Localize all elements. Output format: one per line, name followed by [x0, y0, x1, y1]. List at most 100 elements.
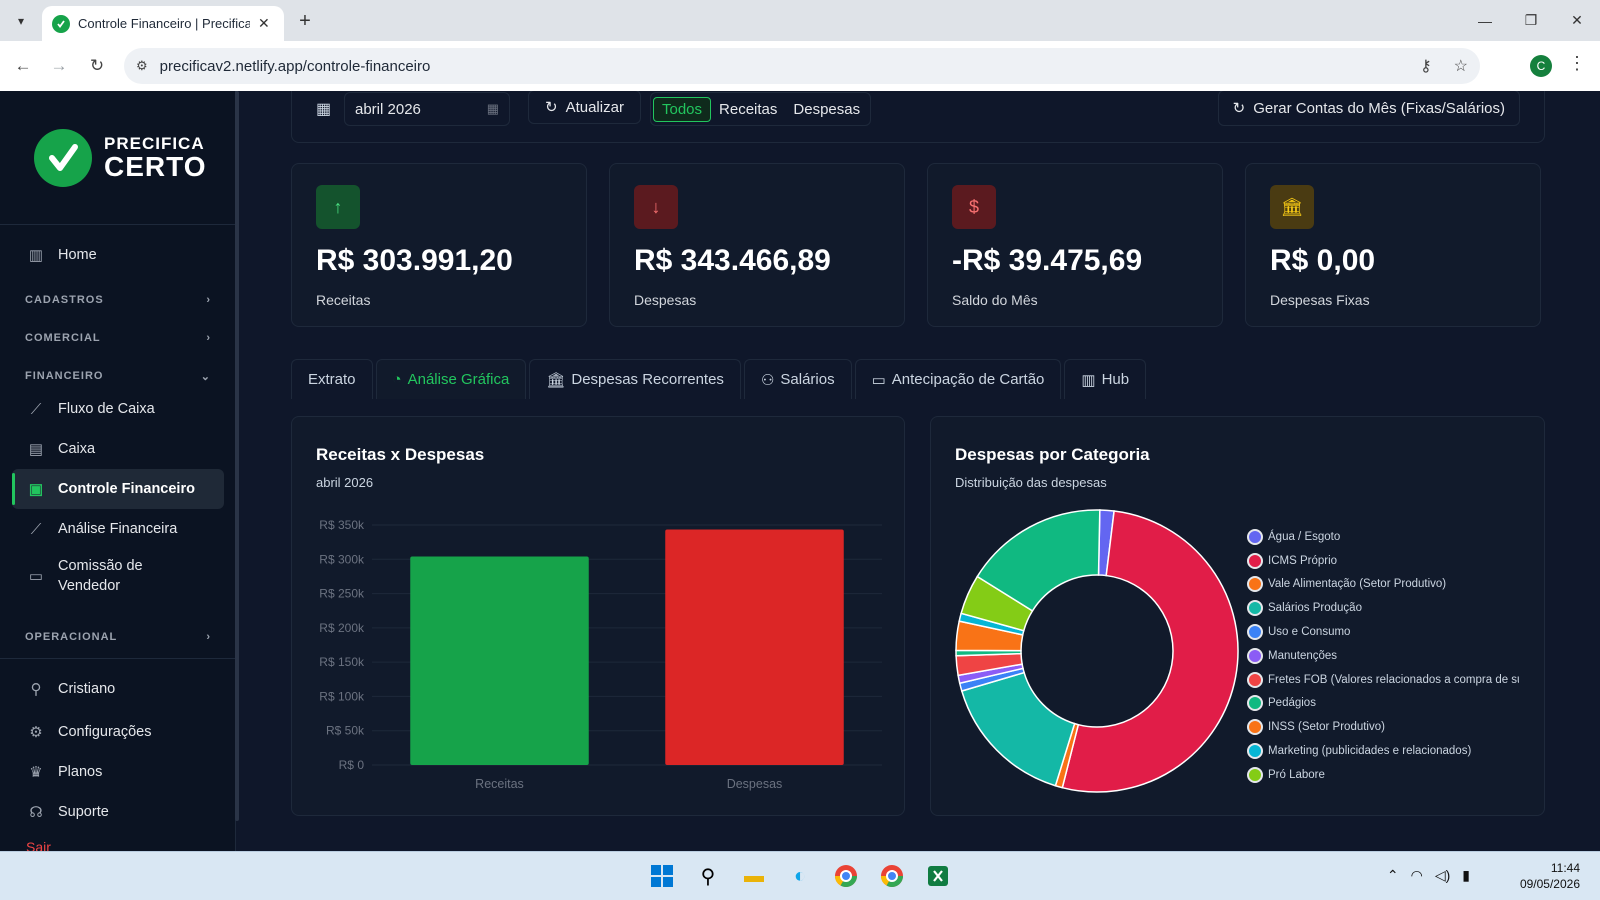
sidebar-item-caixa[interactable]: ▤ Caixa [12, 429, 224, 469]
user-icon: ⚲ [30, 681, 42, 698]
refresh-button[interactable]: ↻ Atualizar [528, 91, 641, 124]
legend-item[interactable]: Fretes FOB (Valores relacionados a compr… [1247, 668, 1519, 692]
sidebar-item-label: Fluxo de Caixa [58, 401, 155, 417]
close-window-button[interactable]: ✕ [1554, 0, 1600, 41]
sidebar-item-label: Suporte [58, 804, 109, 820]
site-favicon-icon [52, 14, 70, 33]
minimize-button[interactable]: — [1462, 0, 1508, 41]
segment-receitas[interactable]: Receitas [711, 98, 785, 121]
legend-item[interactable]: Marketing (publicidades e relacionados) [1247, 739, 1519, 763]
tab-antecipacao[interactable]: ▭ Antecipação de Cartão [854, 359, 1062, 399]
sidebar-item-controle-financeiro[interactable]: ▣ Controle Financeiro [12, 469, 224, 509]
tab-salarios[interactable]: ⚇ Salários [743, 359, 852, 399]
file-explorer-icon[interactable]: ▬ [740, 862, 768, 890]
chrome-profile-icon[interactable] [878, 862, 906, 890]
close-tab-icon[interactable]: ✕ [258, 15, 270, 32]
tab-hub[interactable]: ▥ Hub [1064, 359, 1147, 399]
wifi-icon[interactable]: ◠ [1411, 867, 1423, 884]
kpi-value: -R$ 39.475,69 [952, 244, 1143, 277]
section-financeiro[interactable]: FINANCEIRO ⌄ [25, 370, 211, 383]
legend-item[interactable]: ICMS Próprio [1247, 549, 1519, 573]
legend-item[interactable]: INSS (Setor Produtivo) [1247, 715, 1519, 739]
users-icon: ⚇ [760, 371, 775, 389]
legend-item[interactable]: Pró Labore [1247, 763, 1519, 787]
section-operacional[interactable]: OPERACIONAL › [25, 631, 211, 643]
sidebar-item-fluxo-de-caixa[interactable]: ⟋ Fluxo de Caixa [12, 389, 224, 429]
sidebar-item-suporte[interactable]: ☊ Suporte [12, 792, 224, 832]
legend-item[interactable]: Água / Esgoto [1247, 525, 1519, 549]
sidebar-item-label: Caixa [58, 441, 96, 457]
sidebar-item-comissao[interactable]: ▭ Comissão de Vendedor [12, 551, 224, 601]
new-tab-button[interactable]: + [292, 8, 318, 34]
password-key-icon[interactable]: ⚷ [1420, 56, 1432, 76]
bar-receitas[interactable] [410, 556, 589, 765]
restore-button[interactable]: ❐ [1508, 0, 1554, 41]
sidebar-item-home[interactable]: ▥ Home [12, 235, 224, 275]
sidebar-item-user[interactable]: ⚲ Cristiano [12, 669, 224, 709]
profile-avatar[interactable]: C [1530, 55, 1552, 77]
chrome-icon[interactable] [832, 862, 860, 890]
clock-time: 11:44 [1550, 861, 1580, 875]
browser-tabbar: ▾ Controle Financeiro | Precifica Certo … [0, 0, 1600, 41]
tab-extrato[interactable]: Extrato [291, 359, 373, 399]
bookmark-star-icon[interactable]: ☆ [1454, 56, 1468, 76]
excel-icon[interactable] [924, 862, 952, 890]
chart-subtitle: abril 2026 [316, 475, 374, 490]
legend-item[interactable]: Salários Produção [1247, 596, 1519, 620]
system-clock[interactable]: 11:44 09/05/2026 [1520, 860, 1580, 892]
section-cadastros[interactable]: CADASTROS › [25, 294, 211, 306]
kpi-card-despesas: ↓ R$ 343.466,89 Despesas [609, 163, 905, 327]
legend-item[interactable]: Uso e Consumo [1247, 620, 1519, 644]
back-button[interactable]: ← [10, 53, 36, 79]
tab-label: Despesas Recorrentes [571, 371, 724, 388]
legend-swatch [1247, 671, 1263, 688]
pie-slice[interactable] [960, 671, 1076, 787]
browser-tab[interactable]: Controle Financeiro | Precifica Certo ✕ [42, 6, 284, 41]
dollar-icon: $ [952, 185, 996, 229]
legend-swatch [1247, 695, 1263, 712]
view-tabs: Extrato ◔ Análise Gráfica 🏛 Despesas Rec… [291, 359, 1147, 399]
tab-search-button[interactable]: ▾ [8, 8, 34, 34]
sidebar-item-configuracoes[interactable]: ⚙ Configurações [12, 712, 224, 752]
address-bar[interactable]: ⚙ precificav2.netlify.app/controle-finan… [124, 48, 1480, 84]
legend-item[interactable]: Manutenções [1247, 644, 1519, 668]
search-icon[interactable]: ⚲ [694, 862, 722, 890]
section-comercial[interactable]: COMERCIAL › [25, 332, 211, 344]
bar-despesas[interactable] [665, 529, 844, 765]
tab-analise-grafica[interactable]: ◔ Análise Gráfica [375, 359, 527, 399]
reload-button[interactable]: ↻ [84, 53, 110, 79]
legend-swatch [1247, 528, 1263, 545]
segment-todos[interactable]: Todos [653, 96, 712, 122]
app-icon[interactable]: ◐ [786, 862, 814, 890]
legend-label: Vale Alimentação (Setor Produtivo) [1268, 578, 1447, 591]
app-logo[interactable]: PRECIFICA CERTO [34, 129, 207, 187]
donut-chart [955, 509, 1239, 793]
generate-bills-button[interactable]: ↻ Gerar Contas do Mês (Fixas/Salários) [1217, 91, 1520, 126]
chart-legend: Água / Esgoto ICMS Próprio Vale Alimentaçã… [1247, 525, 1519, 787]
logout-link[interactable]: Sair [26, 839, 51, 851]
y-tick-label: R$ 350k [319, 518, 365, 532]
chevron-up-icon[interactable]: ⌃ [1387, 867, 1399, 884]
y-tick-label: R$ 0 [339, 758, 365, 772]
forward-button[interactable]: → [46, 53, 72, 79]
sidebar-item-planos[interactable]: ♛ Planos [12, 752, 224, 792]
sidebar-item-analise-financeira[interactable]: ⟋ Análise Financeira [12, 509, 224, 549]
browser-menu-icon[interactable]: ⋮ [1568, 53, 1586, 74]
bar-chart-icon: ▥ [1081, 371, 1096, 389]
cash-register-icon: ▤ [28, 441, 44, 458]
section-label: OPERACIONAL [25, 631, 118, 643]
volume-icon[interactable]: ◁) [1435, 867, 1450, 884]
battery-icon[interactable]: ▮ [1462, 867, 1470, 884]
y-tick-label: R$ 50k [326, 724, 365, 738]
legend-item[interactable]: Vale Alimentação (Setor Produtivo) [1247, 573, 1519, 597]
site-info-icon[interactable]: ⚙ [136, 58, 148, 74]
calendar-small-icon: ▦ [486, 101, 499, 116]
bar-chart: R$ 0 R$ 50k R$ 100k R$ 150k R$ 200k R$ 250k R$… [319, 518, 882, 791]
windows-start-icon[interactable] [648, 862, 676, 890]
legend-item[interactable]: Pedágios [1247, 692, 1519, 716]
filter-bar: ▦ abril 2026 ▦ ↻ Atualizar Todos Receita… [291, 91, 1545, 143]
segment-despesas[interactable]: Despesas [785, 98, 868, 121]
sidebar-scrollbar[interactable] [235, 91, 239, 821]
tab-despesas-recorrentes[interactable]: 🏛 Despesas Recorrentes [529, 359, 741, 399]
period-picker[interactable]: abril 2026 ▦ [344, 92, 510, 126]
